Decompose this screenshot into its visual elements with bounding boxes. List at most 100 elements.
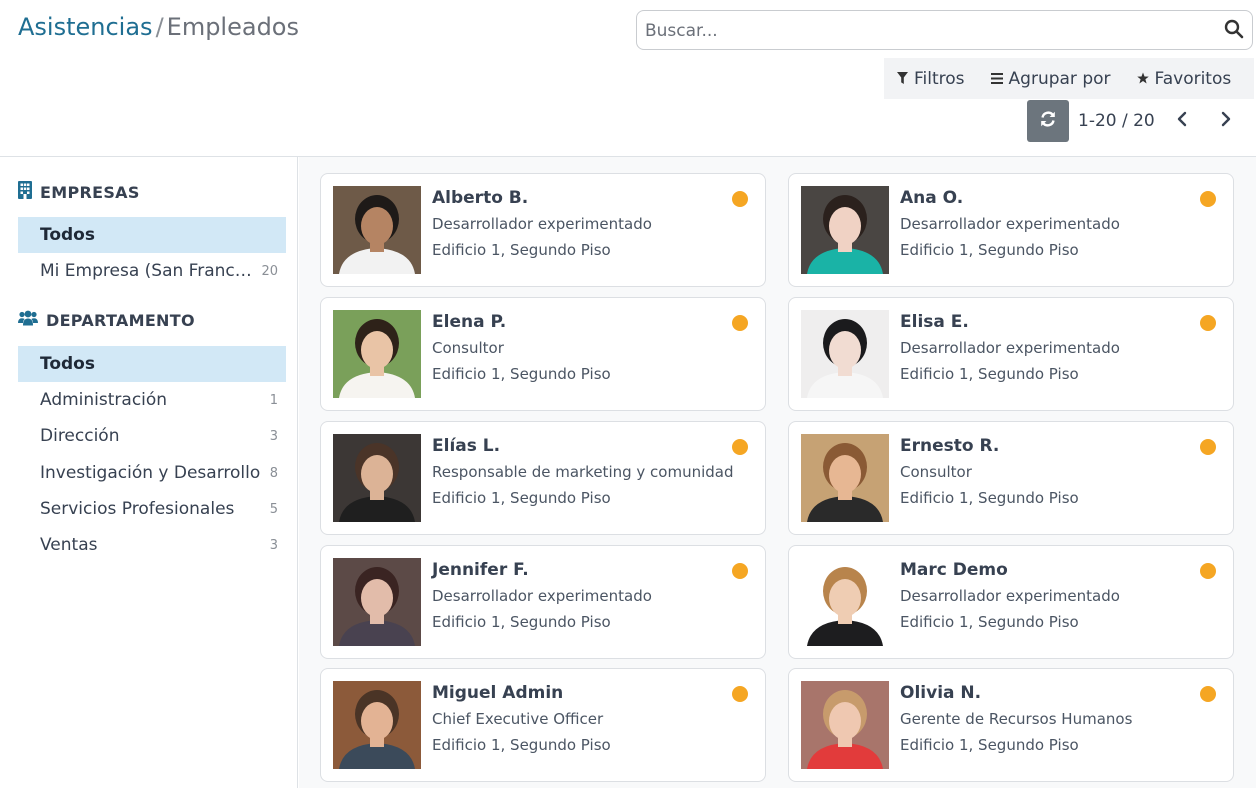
breadcrumb-link-asistencias[interactable]: Asistencias <box>18 13 153 41</box>
sidebar-item-direccion[interactable]: Dirección 3 <box>18 418 286 454</box>
sidebar-item-label: Todos <box>40 225 95 245</box>
section-header-departamento: DEPARTAMENTO <box>18 310 195 330</box>
employee-work-location: Edificio 1, Segundo Piso <box>432 736 611 754</box>
employee-job-title: Consultor <box>432 339 504 357</box>
employee-job-title: Desarrollador experimentado <box>900 587 1120 605</box>
filter-icon <box>897 69 908 89</box>
sidebar-item-departamento-todos[interactable]: Todos <box>18 346 286 382</box>
reload-button[interactable] <box>1027 100 1069 142</box>
pager-value[interactable]: 1-20 / 20 <box>1078 111 1155 131</box>
presence-status-indicator <box>732 315 748 331</box>
pager-previous-button[interactable] <box>1167 106 1197 136</box>
avatar-face <box>829 702 861 740</box>
search-panel: EMPRESAS Todos Mi Empresa (San Francisco… <box>0 157 298 788</box>
favorites-button[interactable]: Favoritos <box>1136 68 1232 89</box>
employee-job-title: Desarrollador experimentado <box>432 215 652 233</box>
group-by-button[interactable]: Agrupar por <box>990 68 1111 89</box>
favorites-label: Favoritos <box>1154 68 1232 89</box>
sidebar-item-investigacion[interactable]: Investigación y Desarrollo 8 <box>18 455 286 491</box>
employee-work-location: Edificio 1, Segundo Piso <box>900 365 1079 383</box>
employee-avatar <box>801 434 889 522</box>
sidebar-item-label: Todos <box>40 354 95 374</box>
sidebar-item-servicios-profesionales[interactable]: Servicios Profesionales 5 <box>18 491 286 527</box>
pager: 1-20 / 20 <box>1027 100 1241 142</box>
group-by-label: Agrupar por <box>1008 68 1111 89</box>
employee-avatar <box>333 558 421 646</box>
presence-status-indicator <box>1200 315 1216 331</box>
breadcrumb-separator: / <box>155 13 164 41</box>
bars-icon <box>990 69 1003 89</box>
search-icon[interactable] <box>1224 19 1246 41</box>
employee-card[interactable]: Miguel Admin Chief Executive Officer Edifi… <box>320 668 766 782</box>
sidebar-item-count: 8 <box>269 465 278 481</box>
presence-status-indicator <box>732 191 748 207</box>
presence-status-indicator <box>732 439 748 455</box>
employee-work-location: Edificio 1, Segundo Piso <box>432 365 611 383</box>
presence-status-indicator <box>732 563 748 579</box>
kanban-view: Alberto B. Desarrollador experimentado Edi… <box>299 157 1256 788</box>
employee-name: Alberto B. <box>432 188 529 208</box>
presence-status-indicator <box>1200 439 1216 455</box>
sidebar-item-label: Dirección <box>40 426 120 446</box>
employee-card[interactable]: Jennifer F. Desarrollador experimentado Ed… <box>320 545 766 659</box>
sidebar-item-count: 3 <box>269 537 278 553</box>
filters-label: Filtros <box>914 68 965 89</box>
avatar-face <box>829 207 861 245</box>
employee-avatar <box>333 681 421 769</box>
avatar-face <box>361 702 393 740</box>
employee-card[interactable]: Elena P. Consultor Edificio 1, Segundo Pis… <box>320 297 766 411</box>
sidebar-item-count: 1 <box>269 392 278 408</box>
presence-status-indicator <box>1200 563 1216 579</box>
search-input[interactable] <box>645 19 1215 43</box>
employee-name: Ana O. <box>900 188 964 208</box>
users-icon <box>18 310 38 330</box>
pager-next-button[interactable] <box>1211 106 1241 136</box>
employee-card[interactable]: Elisa E. Desarrollador experimentado Edifi… <box>788 297 1234 411</box>
section-title-empresas: EMPRESAS <box>40 182 140 202</box>
sidebar-item-label: Investigación y Desarrollo <box>40 463 261 483</box>
avatar-face <box>829 579 861 617</box>
employee-name: Elías L. <box>432 436 501 456</box>
section-header-empresas: EMPRESAS <box>18 181 140 203</box>
filters-button[interactable]: Filtros <box>897 69 965 89</box>
sidebar-item-ventas[interactable]: Ventas 3 <box>18 527 286 563</box>
chevron-left-icon <box>1177 111 1187 131</box>
employee-card[interactable]: Marc Demo Desarrollador experimentado Edif… <box>788 545 1234 659</box>
employee-work-location: Edificio 1, Segundo Piso <box>432 613 611 631</box>
chevron-right-icon <box>1221 111 1231 131</box>
sidebar-item-count: 20 <box>261 263 278 279</box>
employee-avatar <box>333 310 421 398</box>
presence-status-indicator <box>1200 191 1216 207</box>
page-title: Empleados <box>166 13 299 41</box>
employee-job-title: Responsable de marketing y comunidad <box>432 463 734 481</box>
sidebar-item-label: Ventas <box>40 535 98 555</box>
avatar-face <box>829 331 861 369</box>
employee-avatar <box>801 681 889 769</box>
employee-name: Jennifer F. <box>432 560 529 580</box>
employee-card[interactable]: Ernesto R. Consultor Edificio 1, Segundo P… <box>788 421 1234 535</box>
sidebar-item-label: Mi Empresa (San Francisco) <box>40 261 262 281</box>
employee-card[interactable]: Alberto B. Desarrollador experimentado Edi… <box>320 173 766 287</box>
search-box <box>636 10 1253 50</box>
presence-status-indicator <box>1200 686 1216 702</box>
avatar-face <box>361 207 393 245</box>
employee-work-location: Edificio 1, Segundo Piso <box>900 613 1079 631</box>
sidebar-item-mi-empresa[interactable]: Mi Empresa (San Francisco) 20 <box>18 253 286 289</box>
employee-card[interactable]: Ana O. Desarrollador experimentado Edifici… <box>788 173 1234 287</box>
employee-job-title: Chief Executive Officer <box>432 710 604 728</box>
sidebar-item-administracion[interactable]: Administración 1 <box>18 382 286 418</box>
employee-work-location: Edificio 1, Segundo Piso <box>432 489 611 507</box>
sidebar-item-empresas-todos[interactable]: Todos <box>18 217 286 253</box>
avatar-face <box>361 455 393 493</box>
avatar-face <box>361 331 393 369</box>
employee-card[interactable]: Olivia N. Gerente de Recursos Humanos Edif… <box>788 668 1234 782</box>
employee-job-title: Gerente de Recursos Humanos <box>900 710 1133 728</box>
employee-work-location: Edificio 1, Segundo Piso <box>900 736 1079 754</box>
employee-job-title: Desarrollador experimentado <box>900 339 1120 357</box>
employee-work-location: Edificio 1, Segundo Piso <box>900 489 1079 507</box>
employee-avatar <box>333 186 421 274</box>
sidebar-item-label: Administración <box>40 390 168 410</box>
employee-name: Miguel Admin <box>432 683 564 703</box>
employee-card[interactable]: Elías L. Responsable de marketing y comun… <box>320 421 766 535</box>
employee-job-title: Consultor <box>900 463 972 481</box>
